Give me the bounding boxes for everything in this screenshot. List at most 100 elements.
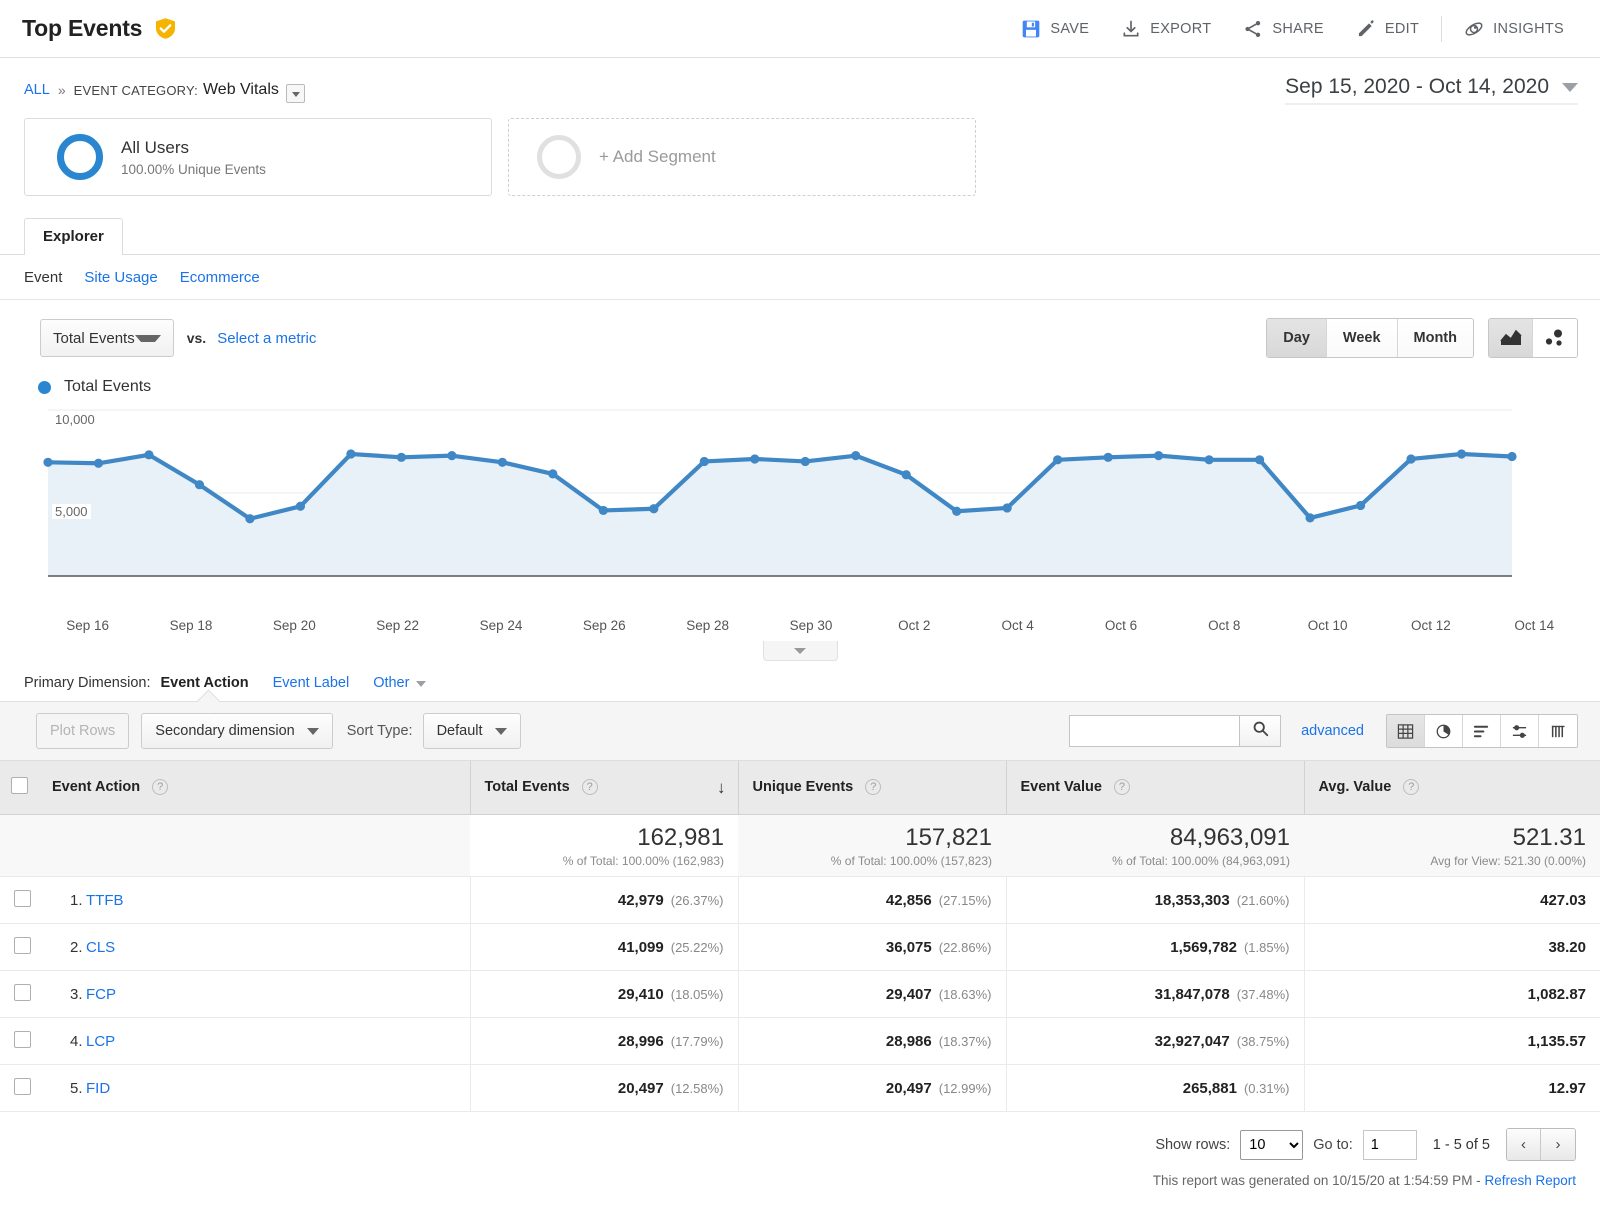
primary-dimension-active[interactable]: Event Action — [161, 675, 249, 691]
search-input[interactable] — [1069, 715, 1239, 747]
row-checkbox-cell — [0, 877, 38, 924]
generated-text: This report was generated on 10/15/20 at… — [1153, 1173, 1481, 1188]
row-event-value: 265,881(0.31%) — [1006, 1065, 1304, 1112]
sort-type-select[interactable]: Default — [423, 713, 521, 749]
primary-metric-select[interactable]: Total Events — [40, 319, 174, 357]
help-icon[interactable]: ? — [1114, 779, 1130, 795]
breadcrumb-all-link[interactable]: ALL — [24, 82, 50, 98]
row-event-value: 32,927,047(38.75%) — [1006, 1018, 1304, 1065]
insights-button[interactable]: INSIGHTS — [1448, 9, 1580, 49]
row-range-label: 1 - 5 of 5 — [1433, 1137, 1490, 1153]
add-segment-button[interactable]: + Add Segment — [508, 118, 976, 196]
column-label: Event Value — [1021, 779, 1102, 795]
summary-empty-label — [38, 815, 470, 877]
column-unique-events[interactable]: Unique Events ? — [738, 761, 1006, 815]
x-axis-tick: Sep 28 — [656, 618, 759, 633]
tab-explorer[interactable]: Explorer — [24, 218, 123, 255]
metric-controls: Total Events vs. Select a metric Day Wee… — [0, 300, 1600, 358]
event-action-link[interactable]: FCP — [86, 986, 116, 1003]
save-button[interactable]: SAVE — [1005, 9, 1105, 49]
column-total-events[interactable]: Total Events ? ↓ — [470, 761, 738, 815]
show-rows-select[interactable]: 10255010025050010005000 — [1240, 1130, 1303, 1160]
report-generated-line: This report was generated on 10/15/20 at… — [0, 1173, 1576, 1188]
x-axis-tick: Oct 6 — [1069, 618, 1172, 633]
chevron-left-icon[interactable]: ‹ — [1507, 1129, 1541, 1160]
bar-view-icon[interactable] — [1463, 715, 1501, 747]
primary-dimension-event-label[interactable]: Event Label — [273, 675, 350, 691]
export-button[interactable]: EXPORT — [1105, 9, 1227, 49]
primary-dimension-row: Primary Dimension: Event Action Event La… — [0, 661, 1600, 691]
row-checkbox[interactable] — [14, 984, 31, 1001]
column-avg-value[interactable]: Avg. Value ? — [1304, 761, 1600, 815]
event-action-link[interactable]: LCP — [86, 1033, 115, 1050]
primary-dimension-other[interactable]: Other — [373, 675, 409, 691]
help-icon[interactable]: ? — [582, 779, 598, 795]
subtab-site-usage[interactable]: Site Usage — [84, 269, 157, 286]
select-all-checkbox[interactable] — [11, 777, 28, 794]
goto-label: Go to: — [1313, 1137, 1353, 1153]
table-view-icon[interactable] — [1387, 715, 1425, 747]
event-action-link[interactable]: FID — [86, 1080, 110, 1097]
granularity-day[interactable]: Day — [1267, 319, 1327, 357]
help-icon[interactable]: ? — [865, 779, 881, 795]
breadcrumb: ALL » EVENT CATEGORY: Web Vitals Sep 15,… — [0, 58, 1600, 104]
row-checkbox[interactable] — [14, 937, 31, 954]
granularity-month[interactable]: Month — [1398, 319, 1473, 357]
row-event-action: 5.FID — [38, 1065, 470, 1112]
help-icon[interactable]: ? — [1403, 779, 1419, 795]
sort-type-label: Sort Type: — [347, 723, 413, 739]
row-avg-value: 1,135.57 — [1304, 1018, 1600, 1065]
legend-dot-icon — [38, 381, 51, 394]
line-chart-icon[interactable] — [1489, 319, 1533, 357]
table-toolbar: Plot Rows Secondary dimension Sort Type:… — [0, 701, 1600, 761]
refresh-report-link[interactable]: Refresh Report — [1484, 1173, 1576, 1188]
granularity-week[interactable]: Week — [1327, 319, 1398, 357]
share-button[interactable]: SHARE — [1227, 9, 1339, 49]
comparison-view-icon[interactable] — [1501, 715, 1539, 747]
chevron-down-icon — [1562, 83, 1578, 92]
subtab-ecommerce[interactable]: Ecommerce — [180, 269, 260, 286]
row-event-action: 3.FCP — [38, 971, 470, 1018]
column-event-value[interactable]: Event Value ? — [1006, 761, 1304, 815]
column-event-action[interactable]: Event Action ? — [38, 761, 470, 815]
pie-view-icon[interactable] — [1425, 715, 1463, 747]
event-action-link[interactable]: TTFB — [86, 892, 124, 909]
select-a-metric-link[interactable]: Select a metric — [217, 330, 316, 347]
chevron-right-icon[interactable]: › — [1541, 1129, 1575, 1160]
subtab-event[interactable]: Event — [24, 269, 62, 286]
secondary-dimension-button[interactable]: Secondary dimension — [141, 713, 332, 749]
advanced-search-link[interactable]: advanced — [1301, 723, 1364, 739]
x-axis-tick: Sep 16 — [36, 618, 139, 633]
add-segment-donut-icon — [537, 135, 581, 179]
x-axis-tick: Oct 2 — [863, 618, 966, 633]
timeline-chart[interactable]: 10,000 5,000 — [0, 406, 1600, 616]
event-action-link[interactable]: CLS — [86, 939, 115, 956]
chart-collapse-handle[interactable] — [763, 641, 838, 661]
date-range-selector[interactable]: Sep 15, 2020 - Oct 14, 2020 — [1285, 75, 1578, 105]
sort-desc-icon: ↓ — [717, 778, 726, 798]
segment-text: All Users 100.00% Unique Events — [121, 137, 266, 177]
breadcrumb-dropdown-icon[interactable] — [286, 84, 305, 103]
goto-page-input[interactable] — [1363, 1130, 1417, 1160]
segment-all-users[interactable]: All Users 100.00% Unique Events — [24, 118, 492, 196]
row-event-action: 2.CLS — [38, 924, 470, 971]
plot-rows-button[interactable]: Plot Rows — [36, 713, 129, 749]
row-checkbox[interactable] — [14, 890, 31, 907]
column-label: Event Action — [52, 779, 140, 795]
edit-button[interactable]: EDIT — [1340, 9, 1435, 49]
granularity-controls: Day Week Month — [1266, 318, 1578, 358]
table-row: 2.CLS41,099(25.22%)36,075(22.86%)1,569,7… — [0, 924, 1600, 971]
motion-chart-icon[interactable] — [1533, 319, 1577, 357]
summary-avg-value: 521.31 Avg for View: 521.30 (0.00%) — [1304, 815, 1600, 877]
table-body: 1.TTFB42,979(26.37%)42,856(27.15%)18,353… — [0, 877, 1600, 1112]
search-button[interactable] — [1239, 715, 1281, 747]
export-icon — [1121, 19, 1141, 39]
help-icon[interactable]: ? — [152, 779, 168, 795]
row-checkbox[interactable] — [14, 1031, 31, 1048]
row-checkbox[interactable] — [14, 1078, 31, 1095]
x-axis-tick: Oct 8 — [1173, 618, 1276, 633]
pivot-view-icon[interactable] — [1539, 715, 1577, 747]
row-event-value: 31,847,078(37.48%) — [1006, 971, 1304, 1018]
summary-sub: Avg for View: 521.30 (0.00%) — [1318, 854, 1586, 868]
column-label: Avg. Value — [1319, 779, 1392, 795]
